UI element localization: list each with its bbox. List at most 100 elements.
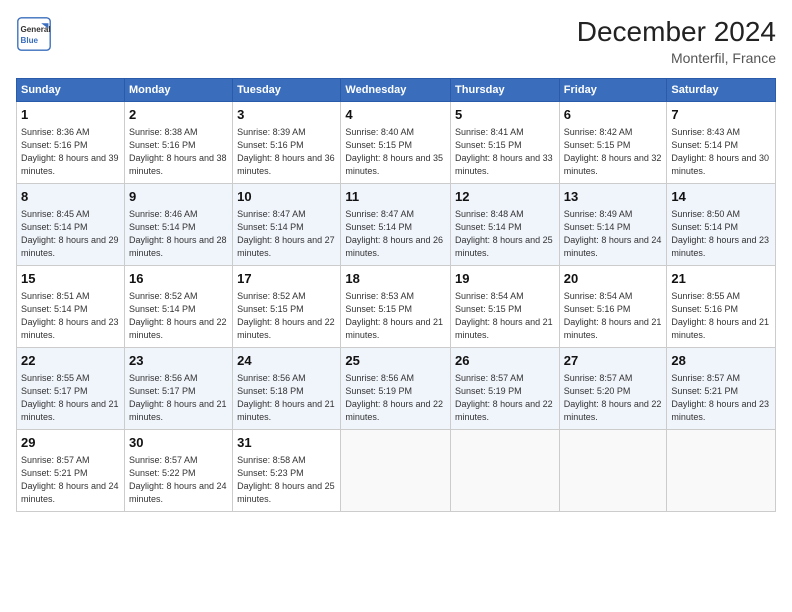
svg-text:Blue: Blue: [21, 36, 39, 45]
calendar-cell: 16 Sunrise: 8:52 AMSunset: 5:14 PMDayligh…: [124, 266, 232, 348]
day-number: 6: [564, 106, 663, 124]
calendar-cell: 29Sunrise: 8:57 AMSunset: 5:21 PMDayligh…: [17, 430, 125, 512]
calendar-cell: 8Sunrise: 8:45 AMSunset: 5:14 PMDaylight…: [17, 184, 125, 266]
day-number: 17: [237, 270, 336, 288]
calendar-cell: 12 Sunrise: 8:48 AMSunset: 5:14 PMDayligh…: [451, 184, 560, 266]
day-info: Sunrise: 8:56 AMSunset: 5:18 PMDaylight:…: [237, 372, 336, 424]
day-header-thursday: Thursday: [451, 79, 560, 102]
day-info: Sunrise: 8:41 AMSunset: 5:15 PMDaylight:…: [455, 126, 555, 178]
day-number: 24: [237, 352, 336, 370]
day-info: Sunrise: 8:57 AMSunset: 5:21 PMDaylight:…: [21, 454, 120, 506]
logo-icon: General Blue: [16, 16, 52, 52]
day-number: 21: [671, 270, 771, 288]
day-number: 27: [564, 352, 663, 370]
day-header-friday: Friday: [559, 79, 667, 102]
calendar-cell: 24 Sunrise: 8:56 AMSunset: 5:18 PMDayligh…: [233, 348, 341, 430]
day-info: Sunrise: 8:38 AMSunset: 5:16 PMDaylight:…: [129, 126, 228, 178]
day-info: Sunrise: 8:51 AMSunset: 5:14 PMDaylight:…: [21, 290, 120, 342]
day-header-saturday: Saturday: [667, 79, 776, 102]
header: General Blue December 2024 Monterfil, Fr…: [16, 16, 776, 66]
day-number: 7: [671, 106, 771, 124]
day-info: Sunrise: 8:57 AMSunset: 5:20 PMDaylight:…: [564, 372, 663, 424]
day-number: 26: [455, 352, 555, 370]
day-info: Sunrise: 8:56 AMSunset: 5:17 PMDaylight:…: [129, 372, 228, 424]
calendar-cell: [451, 430, 560, 512]
calendar-cell: 26Sunrise: 8:57 AMSunset: 5:19 PMDayligh…: [451, 348, 560, 430]
calendar-cell: [667, 430, 776, 512]
day-number: 5: [455, 106, 555, 124]
day-number: 19: [455, 270, 555, 288]
day-info: Sunrise: 8:57 AMSunset: 5:21 PMDaylight:…: [671, 372, 771, 424]
day-number: 28: [671, 352, 771, 370]
calendar-cell: 9 Sunrise: 8:46 AMSunset: 5:14 PMDaylight…: [124, 184, 232, 266]
calendar-cell: 28 Sunrise: 8:57 AMSunset: 5:21 PMDayligh…: [667, 348, 776, 430]
calendar-cell: 10 Sunrise: 8:47 AMSunset: 5:14 PMDayligh…: [233, 184, 341, 266]
day-number: 11: [345, 188, 446, 206]
day-info: Sunrise: 8:58 AMSunset: 5:23 PMDaylight:…: [237, 454, 336, 506]
day-number: 12: [455, 188, 555, 206]
day-number: 13: [564, 188, 663, 206]
calendar-cell: 2 Sunrise: 8:38 AMSunset: 5:16 PMDaylight…: [124, 102, 232, 184]
day-number: 14: [671, 188, 771, 206]
day-number: 18: [345, 270, 446, 288]
calendar-cell: 13 Sunrise: 8:49 AMSunset: 5:14 PMDayligh…: [559, 184, 667, 266]
day-number: 4: [345, 106, 446, 124]
day-number: 31: [237, 434, 336, 452]
calendar-cell: 25 Sunrise: 8:56 AMSunset: 5:19 PMDayligh…: [341, 348, 451, 430]
calendar-cell: [559, 430, 667, 512]
calendar-cell: 14 Sunrise: 8:50 AMSunset: 5:14 PMDayligh…: [667, 184, 776, 266]
day-info: Sunrise: 8:46 AMSunset: 5:14 PMDaylight:…: [129, 208, 228, 260]
calendar-cell: [341, 430, 451, 512]
month-title: December 2024: [577, 16, 776, 48]
calendar-cell: 21 Sunrise: 8:55 AMSunset: 5:16 PMDayligh…: [667, 266, 776, 348]
day-info: Sunrise: 8:49 AMSunset: 5:14 PMDaylight:…: [564, 208, 663, 260]
day-info: Sunrise: 8:52 AMSunset: 5:14 PMDaylight:…: [129, 290, 228, 342]
day-number: 25: [345, 352, 446, 370]
day-number: 20: [564, 270, 663, 288]
day-number: 1: [21, 106, 120, 124]
day-info: Sunrise: 8:55 AMSunset: 5:16 PMDaylight:…: [671, 290, 771, 342]
day-info: Sunrise: 8:36 AMSunset: 5:16 PMDaylight:…: [21, 126, 120, 178]
day-number: 2: [129, 106, 228, 124]
day-number: 16: [129, 270, 228, 288]
day-number: 30: [129, 434, 228, 452]
calendar-cell: 11 Sunrise: 8:47 AMSunset: 5:14 PMDayligh…: [341, 184, 451, 266]
calendar-cell: 18Sunrise: 8:53 AMSunset: 5:15 PMDayligh…: [341, 266, 451, 348]
day-info: Sunrise: 8:45 AMSunset: 5:14 PMDaylight:…: [21, 208, 120, 260]
day-header-wednesday: Wednesday: [341, 79, 451, 102]
page: General Blue December 2024 Monterfil, Fr…: [0, 0, 792, 612]
day-info: Sunrise: 8:56 AMSunset: 5:19 PMDaylight:…: [345, 372, 446, 424]
calendar-cell: 20Sunrise: 8:54 AMSunset: 5:16 PMDayligh…: [559, 266, 667, 348]
day-info: Sunrise: 8:48 AMSunset: 5:14 PMDaylight:…: [455, 208, 555, 260]
calendar-cell: 1 Sunrise: 8:36 AMSunset: 5:16 PMDaylight…: [17, 102, 125, 184]
calendar-table: SundayMondayTuesdayWednesdayThursdayFrid…: [16, 78, 776, 512]
calendar-cell: 7 Sunrise: 8:43 AMSunset: 5:14 PMDaylight…: [667, 102, 776, 184]
day-number: 10: [237, 188, 336, 206]
day-number: 23: [129, 352, 228, 370]
day-header-sunday: Sunday: [17, 79, 125, 102]
calendar-cell: 3 Sunrise: 8:39 AMSunset: 5:16 PMDaylight…: [233, 102, 341, 184]
day-info: Sunrise: 8:39 AMSunset: 5:16 PMDaylight:…: [237, 126, 336, 178]
day-info: Sunrise: 8:57 AMSunset: 5:22 PMDaylight:…: [129, 454, 228, 506]
calendar-cell: 23 Sunrise: 8:56 AMSunset: 5:17 PMDayligh…: [124, 348, 232, 430]
day-info: Sunrise: 8:40 AMSunset: 5:15 PMDaylight:…: [345, 126, 446, 178]
day-info: Sunrise: 8:43 AMSunset: 5:14 PMDaylight:…: [671, 126, 771, 178]
calendar-cell: 31 Sunrise: 8:58 AMSunset: 5:23 PMDayligh…: [233, 430, 341, 512]
day-info: Sunrise: 8:47 AMSunset: 5:14 PMDaylight:…: [237, 208, 336, 260]
calendar-cell: 5 Sunrise: 8:41 AMSunset: 5:15 PMDaylight…: [451, 102, 560, 184]
day-number: 15: [21, 270, 120, 288]
calendar-cell: 6 Sunrise: 8:42 AMSunset: 5:15 PMDaylight…: [559, 102, 667, 184]
day-number: 9: [129, 188, 228, 206]
day-number: 3: [237, 106, 336, 124]
day-info: Sunrise: 8:50 AMSunset: 5:14 PMDaylight:…: [671, 208, 771, 260]
day-info: Sunrise: 8:54 AMSunset: 5:15 PMDaylight:…: [455, 290, 555, 342]
day-info: Sunrise: 8:42 AMSunset: 5:15 PMDaylight:…: [564, 126, 663, 178]
location-title: Monterfil, France: [577, 50, 776, 66]
calendar-cell: 15 Sunrise: 8:51 AMSunset: 5:14 PMDayligh…: [17, 266, 125, 348]
title-block: December 2024 Monterfil, France: [577, 16, 776, 66]
logo: General Blue: [16, 16, 52, 52]
day-info: Sunrise: 8:47 AMSunset: 5:14 PMDaylight:…: [345, 208, 446, 260]
day-number: 22: [21, 352, 120, 370]
calendar-cell: 30 Sunrise: 8:57 AMSunset: 5:22 PMDayligh…: [124, 430, 232, 512]
day-header-monday: Monday: [124, 79, 232, 102]
